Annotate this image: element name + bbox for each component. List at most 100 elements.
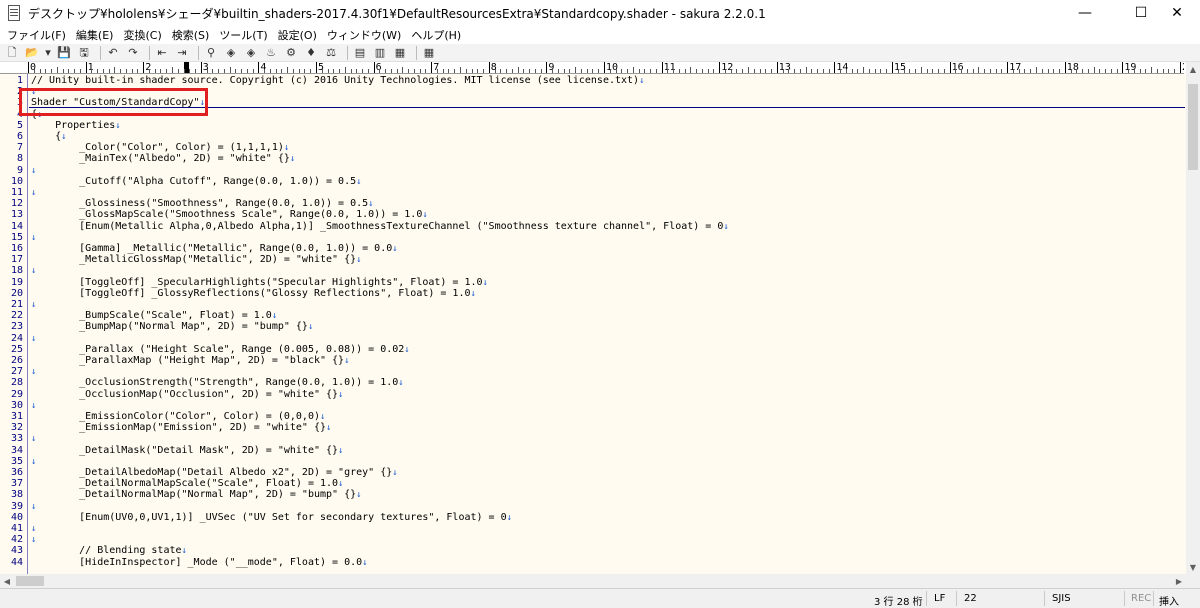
code-line-text: _Parallax ("Height Scale", Range (0.005,… (31, 343, 405, 355)
menu-file[interactable]: ファイル(F) (4, 27, 73, 43)
ruler-minor-tick (586, 69, 588, 73)
settings-icon[interactable]: ▦ (392, 45, 408, 61)
code-line[interactable]: {↓ (31, 131, 66, 143)
tag-jump-icon[interactable]: ▥ (372, 45, 388, 61)
code-line[interactable]: ↓ (31, 299, 36, 311)
new-file-icon[interactable]: 🗋 (4, 45, 20, 61)
scroll-left-icon[interactable]: ◀ (0, 574, 14, 588)
code-line[interactable]: _BumpMap("Normal Map", 2D) = "bump" {}↓ (31, 321, 313, 333)
code-line[interactable]: _Color("Color", Color) = (1,1,1,1)↓ (31, 142, 289, 154)
ruler-minor-tick (425, 69, 427, 73)
code-line[interactable]: [ToggleOff] _GlossyReflections("Glossy R… (31, 288, 476, 300)
code-line[interactable]: _Cutoff("Alpha Cutoff", Range(0.0, 1.0))… (31, 175, 361, 188)
code-line[interactable]: ↓ (31, 534, 36, 546)
code-line[interactable]: ↓ (31, 433, 36, 445)
code-line[interactable]: // Blending state↓ (31, 545, 187, 557)
open-folder-icon[interactable]: 📂 (24, 45, 40, 61)
menu-help[interactable]: ヘルプ(H) (408, 27, 468, 43)
line-number: 11 (10, 187, 23, 198)
save-all-icon[interactable]: 🖫 (76, 45, 92, 61)
code-line[interactable]: _OcclusionStrength("Strength", Range(0.0… (31, 377, 404, 389)
back-icon[interactable]: ⇤ (154, 45, 170, 61)
eol-mark: ↓ (31, 232, 37, 243)
code-line[interactable]: _MainTex("Albedo", 2D) = "white" {}↓ (31, 153, 295, 165)
code-line[interactable]: ↓ (31, 400, 36, 412)
eol-mark: ↓ (31, 501, 37, 512)
line-ending[interactable]: LF (934, 593, 945, 604)
code-line[interactable]: _DetailNormalMapScale("Scale", Float) = … (31, 478, 343, 490)
code-line[interactable]: ↓ (31, 187, 36, 199)
encoding[interactable]: SJIS (1052, 593, 1071, 604)
code-line[interactable]: _GlossMapScale("Smoothness Scale", Range… (31, 209, 428, 221)
code-line[interactable]: [Gamma] _Metallic("Metallic", Range(0.0,… (31, 243, 398, 255)
code-line-text: _Cutoff("Alpha Cutoff", Range(0.0, 1.0))… (31, 175, 357, 187)
code-line[interactable]: ↓ (31, 165, 36, 177)
code-line[interactable]: ↓ (31, 265, 36, 277)
vertical-scroll-thumb[interactable] (1188, 84, 1198, 170)
grep-icon[interactable]: ⚙ (283, 45, 299, 61)
eol-mark: ↓ (422, 210, 428, 221)
menu-settings[interactable]: 設定(O) (275, 27, 324, 43)
code-line[interactable]: ↓ (31, 232, 36, 244)
code-line[interactable]: // Unity built-in shader source. Copyrig… (31, 75, 645, 87)
code-line[interactable]: [ToggleOff] _SpecularHighlights("Specula… (31, 277, 488, 289)
code-line[interactable]: [Enum(UV0,0,UV1,1)] _UVSec ("UV Set for … (31, 512, 512, 524)
bookmark-icon[interactable]: ♦ (303, 45, 319, 61)
outline-icon[interactable]: ▤ (352, 45, 368, 61)
line-number: 18 (10, 265, 23, 277)
horizontal-scroll-thumb[interactable] (16, 576, 44, 586)
ruler-minor-tick (1041, 69, 1043, 73)
scroll-right-icon[interactable]: ▶ (1172, 574, 1186, 588)
code-line[interactable]: _DetailNormalMap("Normal Map", 2D) = "bu… (31, 489, 361, 501)
code-line[interactable]: ↓ (31, 501, 36, 513)
scroll-up-icon[interactable]: ▲ (1186, 62, 1200, 76)
code-line[interactable]: ↓ (31, 456, 36, 468)
ruler-minor-tick (195, 69, 197, 73)
ruler-minor-tick (154, 69, 156, 73)
menu-convert[interactable]: 変換(C) (120, 27, 168, 43)
minimize-button[interactable]: — (1062, 0, 1108, 26)
ruler-minor-tick (909, 69, 911, 73)
search-prev-icon[interactable]: ◈ (223, 45, 239, 61)
code-line[interactable]: _DetailAlbedoMap("Detail Albedo x2", 2D)… (31, 467, 398, 479)
menu-search[interactable]: 検索(S) (169, 27, 217, 43)
search-icon[interactable]: ⚲ (203, 45, 219, 61)
code-line[interactable]: _Glossiness("Smoothness", Range(0.0, 1.0… (31, 198, 373, 210)
save-icon[interactable]: 💾 (56, 45, 72, 61)
horizontal-scrollbar[interactable]: ◀ ▶ (0, 574, 1186, 588)
code-line[interactable]: ↓ (31, 523, 36, 535)
code-line[interactable]: ↓ (31, 366, 36, 378)
code-line[interactable]: _Parallax ("Height Scale", Range (0.005,… (31, 344, 410, 356)
code-line[interactable]: _OcclusionMap("Occlusion", 2D) = "white"… (31, 389, 343, 401)
code-line[interactable]: ↓ (31, 333, 36, 345)
code-line[interactable]: _EmissionMap("Emission", 2D) = "white" {… (31, 422, 331, 434)
search-next-icon[interactable]: ◈ (243, 45, 259, 61)
code-line[interactable]: [HideInInspector] _Mode ("__mode", Float… (31, 557, 367, 569)
code-line[interactable]: [Enum(Metallic Alpha,0,Albedo Alpha,1)] … (31, 221, 729, 233)
dropdown-arrow-icon[interactable]: ▾ (44, 45, 52, 61)
settings-icon[interactable]: ▦ (421, 45, 437, 61)
scroll-down-icon[interactable]: ▼ (1186, 560, 1200, 574)
compare-icon[interactable]: ⚖ (323, 45, 339, 61)
close-button[interactable]: ✕ (1154, 0, 1200, 26)
undo-icon[interactable]: ↶ (105, 45, 121, 61)
line-number: 24 (10, 332, 23, 344)
text-editor[interactable]: 1 2 3 4 5 6 7 8 9 10 11 12 13 14 15 16 17 18 19 20 21 22 23 24 2… (0, 74, 1186, 574)
insert-mode[interactable]: 挿入 (1159, 593, 1179, 608)
redo-icon[interactable]: ↷ (125, 45, 141, 61)
code-line[interactable]: Properties↓ (31, 120, 121, 132)
code-line[interactable]: _EmissionColor("Color", Color) = (0,0,0)… (31, 411, 325, 423)
menu-edit[interactable]: 編集(E) (73, 27, 121, 43)
line-number: 14 (10, 220, 23, 232)
menu-tools[interactable]: ツール(T) (216, 27, 274, 43)
eol-mark: ↓ (181, 546, 187, 557)
code-line[interactable]: _BumpScale("Scale", Float) = 1.0↓ (31, 310, 277, 322)
code-line[interactable]: _MetallicGlossMap("Metallic", 2D) = "whi… (31, 254, 361, 266)
code-line[interactable]: _ParallaxMap ("Height Map", 2D) = "black… (31, 355, 349, 367)
forward-icon[interactable]: ⇥ (174, 45, 190, 61)
vertical-scrollbar[interactable]: ▲ ▼ (1186, 62, 1200, 574)
ruler-minor-tick (1070, 69, 1072, 73)
find-replace-icon[interactable]: ♨ (263, 45, 279, 61)
menu-window[interactable]: ウィンドウ(W) (324, 27, 408, 43)
code-line[interactable]: _DetailMask("Detail Mask", 2D) = "white"… (31, 445, 343, 457)
